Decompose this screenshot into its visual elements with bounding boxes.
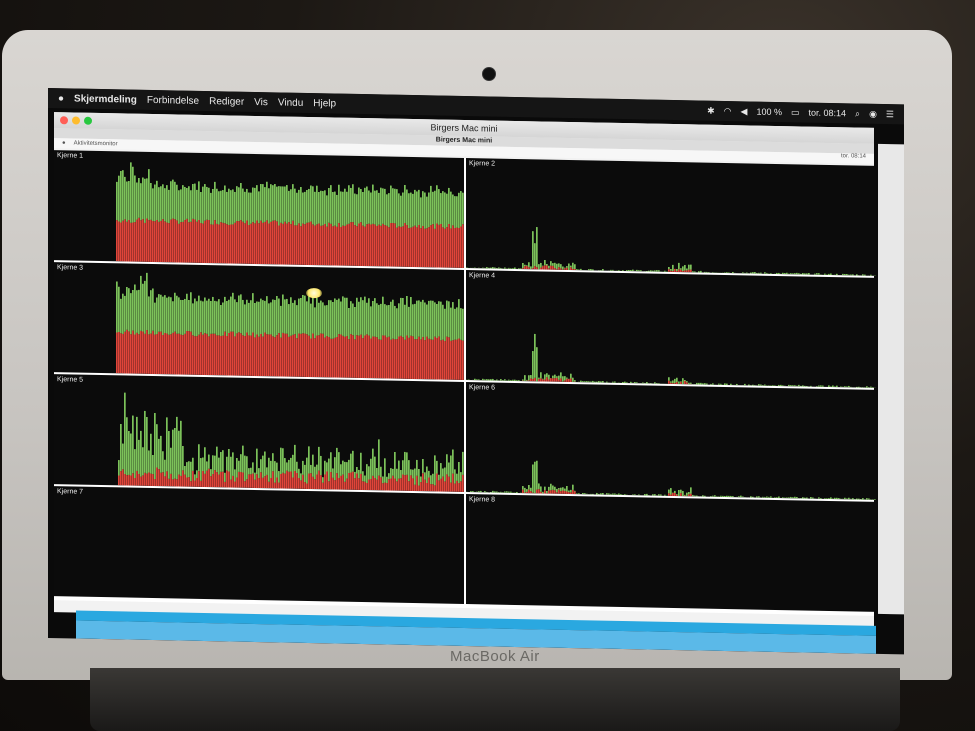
core-history-graph [466,227,876,276]
core-label: Kjerne 6 [469,384,496,392]
device-brand: MacBook Air [450,648,540,665]
menu-item-vis[interactable]: Vis [254,96,268,107]
core-panel-8: Kjerne 8 [466,494,876,612]
bluetooth-icon[interactable]: ✱ [707,105,715,116]
search-icon[interactable]: ⌕ [855,108,860,119]
window-title: Birgers Mac mini [430,122,498,134]
laptop-base [90,668,900,731]
menu-item-vindu[interactable]: Vindu [278,97,303,108]
remote-clock: tor. 08:14 [840,153,866,160]
core-panel-4: Kjerne 4 [466,270,876,388]
apple-menu-icon[interactable]: ● [58,93,64,104]
siri-icon[interactable]: ◉ [869,108,877,119]
close-button[interactable] [60,116,68,125]
cpu-history-grid: Kjerne 1 Kjerne 2 Kjerne 3 Kjerne 4 Kjerne 5… [54,150,876,616]
screen-sharing-window: Birgers Mac mini Birgers Mac mini ● Akti… [54,112,876,628]
remote-apple-icon[interactable]: ● [62,140,66,146]
core-label: Kjerne 5 [57,376,84,384]
core-history-graph [116,272,464,380]
core-history-graph [118,392,464,492]
remote-app-name[interactable]: Aktivitetsmonitor [74,140,118,147]
core-panel-5: Kjerne 5 [54,374,464,492]
core-history-graph [466,333,876,388]
sidebar-strip [878,143,904,615]
core-history-graph [466,460,876,500]
menu-clock[interactable]: tor. 08:14 [808,108,846,119]
screen-glare [306,287,322,299]
minimize-button[interactable] [72,116,80,125]
core-history-graph [54,486,464,604]
notification-icon[interactable]: ☰ [886,109,894,120]
core-panel-1: Kjerne 1 [54,150,464,268]
menu-item-rediger[interactable]: Rediger [209,96,244,108]
core-label: Kjerne 8 [469,496,496,504]
battery-icon: ▭ [790,106,800,117]
core-label: Kjerne 2 [469,160,496,168]
wifi-icon[interactable]: ◠ [724,105,732,116]
laptop-screen: ● Skjermdeling Forbindelse Rediger Vis V… [48,88,904,655]
menu-app-name[interactable]: Skjermdeling [74,93,137,105]
core-panel-6: Kjerne 6 [466,382,876,500]
core-history-graph [466,494,876,612]
battery-percent[interactable]: 100 % [756,107,782,117]
core-label: Kjerne 7 [57,488,84,496]
core-label: Kjerne 1 [57,152,84,160]
menu-item-hjelp[interactable]: Hjelp [313,98,336,109]
core-panel-7: Kjerne 7 [54,486,464,604]
core-label: Kjerne 3 [57,264,84,272]
core-history-graph [116,162,464,268]
webcam-icon [482,67,496,81]
core-panel-2: Kjerne 2 [466,158,876,276]
core-panel-3: Kjerne 3 [54,262,464,380]
core-label: Kjerne 4 [469,272,496,280]
volume-icon[interactable]: ◀ [741,106,748,117]
menu-item-forbindelse[interactable]: Forbindelse [147,94,199,106]
zoom-button[interactable] [84,116,92,125]
